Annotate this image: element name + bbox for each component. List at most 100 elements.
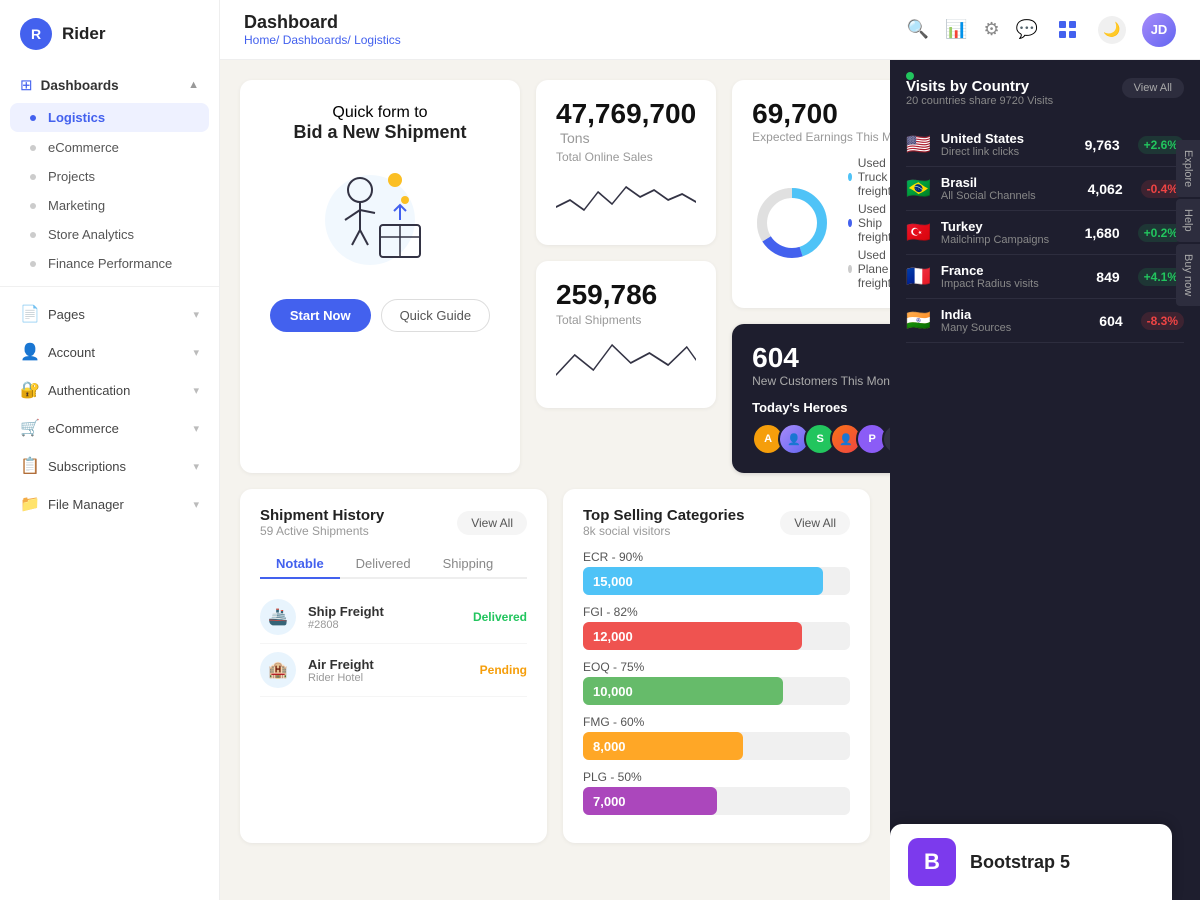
selling-title: Top Selling Categories	[583, 507, 744, 524]
bar-fmg-fill: 8,000	[583, 732, 743, 760]
app-logo[interactable]: R Rider	[0, 0, 219, 68]
customers-label: New Customers This Month	[752, 374, 890, 388]
total-sales-card: 47,769,700 Tons Total Online Sales	[536, 80, 716, 245]
br-info: Brasil All Social Channels	[941, 175, 1036, 202]
plane-label: Used Plane freight	[858, 248, 890, 290]
us-name: United States	[941, 131, 1024, 146]
sidebar-item-store-analytics[interactable]: Store Analytics	[0, 220, 219, 249]
tab-delivered[interactable]: Delivered	[340, 550, 427, 579]
country-view-all-button[interactable]: View All	[1122, 78, 1184, 98]
br-source: All Social Channels	[941, 190, 1036, 202]
br-name: Brasil	[941, 175, 1036, 190]
bar-eoq-fill: 10,000	[583, 677, 783, 705]
us-visits: 9,763	[1085, 137, 1120, 153]
sidebar-item-logistics[interactable]: Logistics	[10, 103, 209, 132]
sidebar-item-marketing[interactable]: Marketing	[0, 191, 219, 220]
shipment-id-1: #2808	[308, 619, 384, 631]
fr-source: Impact Radius visits	[941, 278, 1039, 290]
heroes-label: Today's Heroes	[752, 400, 890, 415]
bar-plg-fill: 7,000	[583, 787, 717, 815]
shipment-status-2: Pending	[480, 663, 527, 677]
bar-ecr-label: ECR - 90%	[583, 550, 850, 564]
bar-eoq-label: EOQ - 75%	[583, 660, 850, 674]
customers-card: 604 New Customers This Month Today's Her…	[732, 324, 890, 473]
promo-title: Bid a New Shipment	[293, 122, 466, 143]
active-dot	[30, 115, 36, 121]
tr-visits: 1,680	[1085, 225, 1120, 241]
quick-guide-button[interactable]: Quick Guide	[381, 299, 491, 332]
bootstrap-text: Bootstrap 5	[970, 852, 1070, 873]
sidebar-item-account[interactable]: 👤 Account ▾	[0, 333, 219, 371]
selling-view-all-button[interactable]: View All	[780, 511, 850, 535]
subscriptions-label: Subscriptions	[48, 459, 126, 474]
sidebar-item-file-manager[interactable]: 📁 File Manager ▾	[0, 485, 219, 523]
tab-shipping[interactable]: Shipping	[427, 550, 510, 579]
file-manager-icon: 📁	[20, 494, 40, 514]
top-selling-card: Top Selling Categories 8k social visitor…	[563, 489, 870, 843]
search-icon[interactable]: 🔍	[907, 19, 929, 40]
sidebar-item-subscriptions[interactable]: 📋 Subscriptions ▾	[0, 447, 219, 485]
tab-notable[interactable]: Notable	[260, 550, 340, 579]
bar-plg-label: PLG - 50%	[583, 770, 850, 784]
legend-plane: Used Plane freight 34%	[848, 248, 890, 290]
in-info: India Many Sources	[941, 307, 1011, 334]
country-item-fr: 🇫🇷 France Impact Radius visits 849 +4.1%	[906, 255, 1184, 299]
country-item-tr: 🇹🇷 Turkey Mailchimp Campaigns 1,680 +0.2…	[906, 211, 1184, 255]
customers-number: 604	[752, 342, 890, 374]
total-shipments-number: 259,786	[556, 279, 657, 310]
selling-bars: ECR - 90% 15,000 FGI - 82% 12,000	[583, 550, 850, 815]
fr-name: France	[941, 263, 1039, 278]
breadcrumb-current: Logistics	[354, 33, 401, 47]
buy-now-tab[interactable]: Buy now	[1176, 244, 1200, 306]
grid-icon[interactable]	[1054, 16, 1082, 44]
explore-tab[interactable]: Explore	[1176, 140, 1200, 197]
dashboard-icon: ⊞	[20, 76, 33, 94]
chevron-down-icon: ▾	[193, 346, 199, 359]
side-tabs: Explore Help Buy now	[1176, 140, 1200, 306]
selling-subtitle: 8k social visitors	[583, 524, 744, 538]
chat-icon[interactable]: 💬	[1016, 19, 1038, 40]
fr-flag: 🇫🇷	[906, 264, 931, 289]
bar-fgi-fill: 12,000	[583, 622, 802, 650]
shipment-title-group: Shipment History 59 Active Shipments	[260, 507, 384, 538]
help-tab[interactable]: Help	[1176, 199, 1200, 242]
start-now-button[interactable]: Start Now	[270, 299, 371, 332]
sidebar-item-projects[interactable]: Projects	[0, 162, 219, 191]
settings-icon[interactable]: ⚙	[983, 19, 999, 40]
us-source: Direct link clicks	[941, 146, 1024, 158]
auth-icon: 🔐	[20, 380, 40, 400]
tr-name: Turkey	[941, 219, 1049, 234]
user-avatar[interactable]: JD	[1142, 13, 1176, 47]
donut-container: Used Truck freight 45% Used Ship freight…	[752, 156, 890, 290]
ecommerce-nav-label: eCommerce	[48, 421, 119, 436]
dot-icon	[30, 232, 36, 238]
bar-eoq: EOQ - 75% 10,000	[583, 660, 850, 705]
dark-mode-toggle[interactable]: 🌙	[1098, 16, 1126, 44]
chart-icon[interactable]: 📊	[945, 19, 967, 40]
tr-info: Turkey Mailchimp Campaigns	[941, 219, 1049, 246]
breadcrumb-home[interactable]: Home/	[244, 33, 279, 47]
ship-freight-icon: 🚢	[260, 599, 296, 635]
bar-fmg-label: FMG - 60%	[583, 715, 850, 729]
chevron-down-icon: ▾	[193, 460, 199, 473]
total-sales-unit: Tons	[560, 130, 590, 146]
shipment-view-all-button[interactable]: View All	[457, 511, 527, 535]
status-dot	[906, 72, 914, 80]
bootstrap-promo: B Bootstrap 5	[890, 824, 1172, 900]
auth-label: Authentication	[48, 383, 130, 398]
content-main: Quick form to Bid a New Shipment	[220, 60, 890, 900]
sidebar-item-finance[interactable]: Finance Performance	[0, 249, 219, 278]
shipment-item-2: 🏨 Air Freight Rider Hotel Pending	[260, 644, 527, 697]
in-visits: 604	[1099, 313, 1122, 329]
shipment-subtitle: 59 Active Shipments	[260, 524, 384, 538]
dashboards-section[interactable]: ⊞ Dashboards ▲	[0, 68, 219, 102]
sidebar-item-ecommerce[interactable]: eCommerce	[0, 133, 219, 162]
sidebar-item-pages[interactable]: 📄 Pages ▾	[0, 295, 219, 333]
earnings-number: 69,700	[752, 98, 890, 130]
sidebar-item-ecommerce-nav[interactable]: 🛒 eCommerce ▾	[0, 409, 219, 447]
bar-plg-track: 7,000	[583, 787, 850, 815]
sidebar-item-auth[interactable]: 🔐 Authentication ▾	[0, 371, 219, 409]
in-source: Many Sources	[941, 322, 1011, 334]
sidebar: R Rider ⊞ Dashboards ▲ Logistics eCommer…	[0, 0, 220, 900]
breadcrumb-dashboards[interactable]: Dashboards/	[283, 33, 351, 47]
